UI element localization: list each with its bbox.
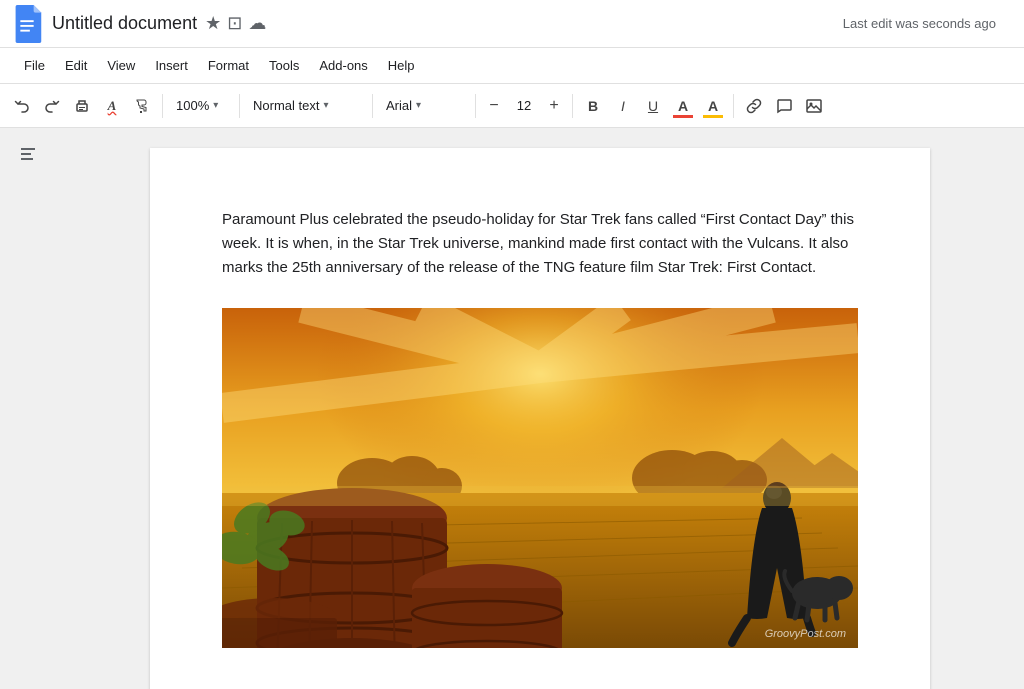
style-value: Normal text — [253, 98, 319, 113]
menu-tools[interactable]: Tools — [261, 54, 307, 77]
text-color-label: A — [678, 98, 688, 114]
print-button[interactable] — [68, 92, 96, 120]
google-docs-logo — [12, 5, 42, 43]
document-image[interactable]: GroovyPost.com — [222, 308, 858, 648]
zoom-value: 100% — [176, 98, 209, 113]
menu-edit[interactable]: Edit — [57, 54, 95, 77]
menu-view[interactable]: View — [99, 54, 143, 77]
menu-format[interactable]: Format — [200, 54, 257, 77]
text-color-indicator — [673, 115, 693, 118]
font-size-input[interactable] — [508, 98, 540, 113]
undo-button[interactable] — [8, 92, 36, 120]
menu-addons[interactable]: Add-ons — [311, 54, 375, 77]
menu-bar: File Edit View Insert Format Tools Add-o… — [0, 48, 1024, 84]
highlight-color-button[interactable]: A — [699, 92, 727, 120]
toolbar-separator-4 — [475, 94, 476, 118]
font-arrow: ▾ — [416, 100, 421, 111]
bold-button[interactable]: B — [579, 92, 607, 120]
style-dropdown[interactable]: Normal text ▾ — [246, 92, 366, 120]
menu-help[interactable]: Help — [380, 54, 423, 77]
paint-format-button[interactable] — [128, 92, 156, 120]
last-edit-status: Last edit was seconds ago — [843, 16, 996, 31]
menu-insert[interactable]: Insert — [147, 54, 196, 77]
highlight-label: A — [708, 98, 718, 114]
zoom-dropdown[interactable]: 100% ▾ — [169, 92, 233, 120]
underline-button[interactable]: U — [639, 92, 667, 120]
font-dropdown[interactable]: Arial ▾ — [379, 92, 469, 120]
font-size-increase-button[interactable]: + — [542, 94, 566, 118]
document-body-text[interactable]: Paramount Plus celebrated the pseudo-hol… — [222, 208, 858, 280]
highlight-indicator — [703, 115, 723, 118]
font-size-decrease-button[interactable]: − — [482, 94, 506, 118]
document-area[interactable]: Paramount Plus celebrated the pseudo-hol… — [56, 128, 1024, 689]
style-arrow: ▾ — [323, 100, 328, 111]
folder-icon[interactable]: ⊡ — [227, 13, 242, 34]
toolbar-separator-6 — [733, 94, 734, 118]
left-panel — [0, 128, 56, 689]
italic-button[interactable]: I — [609, 92, 637, 120]
toolbar-separator-3 — [372, 94, 373, 118]
insert-comment-button[interactable] — [770, 92, 798, 120]
title-bar: Untitled document ★ ⊡ ☁ Last edit was se… — [0, 0, 1024, 48]
redo-button[interactable] — [38, 92, 66, 120]
image-watermark: GroovyPost.com — [765, 628, 846, 640]
main-area: Paramount Plus celebrated the pseudo-hol… — [0, 128, 1024, 689]
font-value: Arial — [386, 98, 412, 113]
document-image-svg — [222, 308, 858, 648]
zoom-arrow: ▾ — [213, 100, 218, 111]
outline-icon[interactable] — [14, 140, 42, 168]
font-size-control: − + — [482, 94, 566, 118]
insert-image-button[interactable] — [800, 92, 828, 120]
text-color-button[interactable]: A — [669, 92, 697, 120]
toolbar: A 100% ▾ Normal text ▾ Arial ▾ − + B I U… — [0, 84, 1024, 128]
insert-link-button[interactable] — [740, 92, 768, 120]
star-icon[interactable]: ★ — [205, 13, 221, 34]
document-title[interactable]: Untitled document — [52, 13, 197, 34]
document-page: Paramount Plus celebrated the pseudo-hol… — [150, 148, 930, 689]
toolbar-separator-1 — [162, 94, 163, 118]
toolbar-separator-5 — [572, 94, 573, 118]
spell-check-button[interactable]: A — [98, 92, 126, 120]
toolbar-separator-2 — [239, 94, 240, 118]
menu-file[interactable]: File — [16, 54, 53, 77]
cloud-icon[interactable]: ☁ — [248, 13, 266, 34]
